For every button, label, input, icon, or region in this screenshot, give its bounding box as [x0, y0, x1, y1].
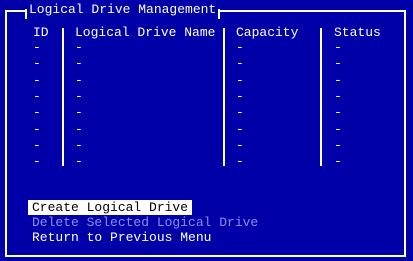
column-header-id: ID: [33, 25, 49, 40]
window-title: Logical Drive Management: [24, 2, 221, 19]
column-header-capacity: Capacity: [236, 25, 299, 40]
row-id: -: [33, 56, 41, 72]
column-header-status: Status: [334, 25, 381, 40]
row-id: -: [33, 72, 41, 88]
table-row[interactable]: ----: [0, 40, 413, 56]
table-row[interactable]: ----: [0, 105, 413, 121]
row-id: -: [33, 88, 41, 104]
row-id: -: [33, 40, 41, 55]
row-drive-name: -: [75, 72, 83, 88]
row-drive-name: -: [75, 137, 83, 153]
row-id: -: [33, 154, 41, 170]
row-status: -: [334, 121, 342, 137]
create-logical-drive-menu-item[interactable]: Create Logical Drive: [28, 200, 193, 215]
table-row[interactable]: ----: [0, 73, 413, 89]
row-capacity: -: [236, 56, 244, 72]
table-row[interactable]: ----: [0, 122, 413, 138]
table-row[interactable]: ----: [0, 56, 413, 72]
row-capacity: -: [236, 40, 244, 55]
row-drive-name: -: [75, 105, 83, 121]
row-capacity: -: [236, 105, 244, 121]
row-id: -: [33, 137, 41, 153]
column-header-name: Logical Drive Name: [75, 25, 216, 40]
row-drive-name: -: [75, 56, 83, 72]
row-capacity: -: [236, 137, 244, 153]
table-row[interactable]: ----: [0, 154, 413, 170]
row-capacity: -: [236, 154, 244, 170]
row-status: -: [334, 137, 342, 153]
row-drive-name: -: [75, 154, 83, 170]
row-status: -: [334, 88, 342, 104]
table-row[interactable]: ----: [0, 89, 413, 105]
delete-logical-drive-menu-item[interactable]: Delete Selected Logical Drive: [28, 215, 262, 230]
row-id: -: [33, 105, 41, 121]
row-capacity: -: [236, 72, 244, 88]
row-status: -: [334, 154, 342, 170]
row-drive-name: -: [75, 121, 83, 137]
row-drive-name: -: [75, 40, 83, 55]
row-status: -: [334, 105, 342, 121]
row-capacity: -: [236, 88, 244, 104]
row-id: -: [33, 121, 41, 137]
table-row[interactable]: ----: [0, 138, 413, 154]
row-status: -: [334, 72, 342, 88]
row-status: -: [334, 40, 342, 55]
row-capacity: -: [236, 121, 244, 137]
row-status: -: [334, 56, 342, 72]
row-drive-name: -: [75, 88, 83, 104]
return-to-previous-menu-item[interactable]: Return to Previous Menu: [28, 230, 215, 245]
action-menu: Create Logical Drive Delete Selected Log…: [28, 200, 262, 245]
